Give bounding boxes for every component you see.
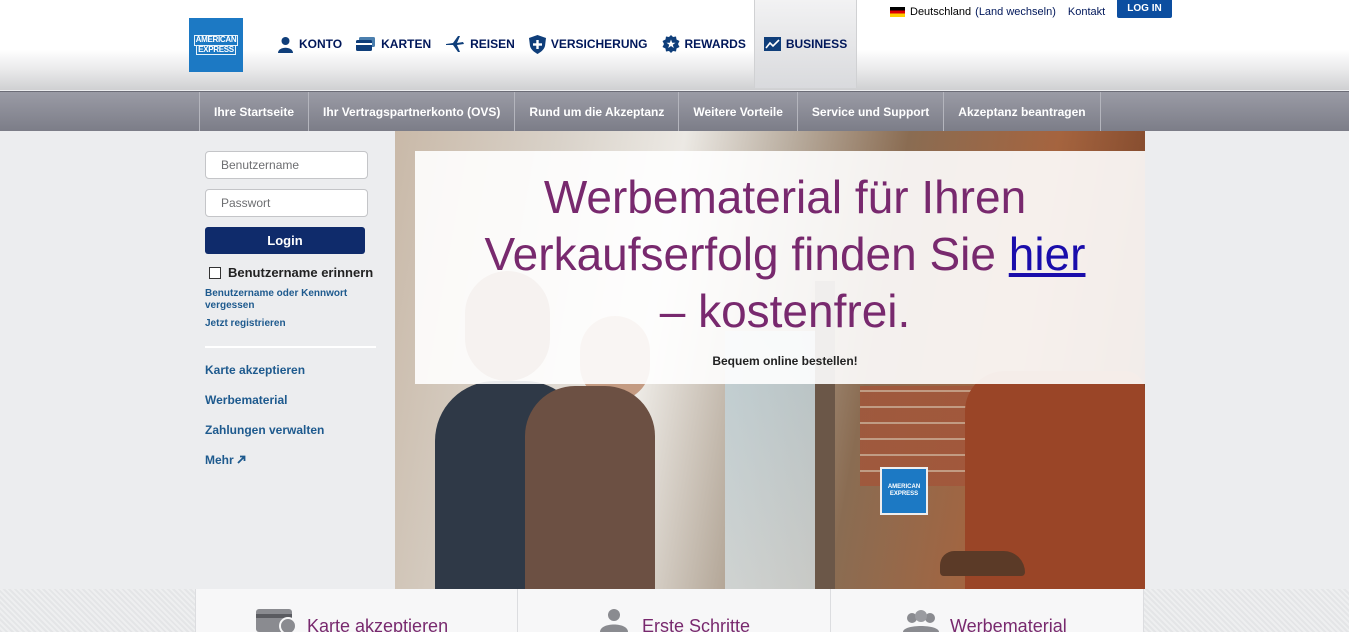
login-button[interactable]: Login bbox=[205, 227, 365, 254]
card-check-icon bbox=[256, 609, 297, 632]
subnav-vertragspartnerkonto[interactable]: Ihr Vertragspartnerkonto (OVS) bbox=[308, 92, 514, 131]
login-sidebar: Login Benutzername erinnern Benutzername… bbox=[205, 151, 380, 483]
nav-business-label: BUSINESS bbox=[785, 37, 848, 51]
username-input[interactable] bbox=[205, 151, 368, 179]
utility-bar: Deutschland (Land wechseln) Kontakt bbox=[890, 6, 1105, 18]
airplane-icon bbox=[446, 36, 465, 52]
nav-rewards[interactable]: REWARDS bbox=[655, 0, 753, 88]
main-nav: KONTO KARTEN REISEN VERSICHERUNG REWARDS… bbox=[270, 0, 858, 90]
hero-subline: Bequem online bestellen! bbox=[712, 354, 858, 368]
side-menu-zahlungen[interactable]: Zahlungen verwalten bbox=[205, 423, 380, 437]
remember-label: Benutzername erinnern bbox=[228, 265, 374, 280]
woman-figure bbox=[525, 386, 655, 589]
nav-konto-label: KONTO bbox=[299, 37, 343, 51]
remember-username[interactable]: Benutzername erinnern bbox=[209, 265, 380, 280]
tile-erste-schritte-label: Erste Schritte bbox=[642, 616, 751, 632]
headline-line-3: – kostenfrei. bbox=[659, 285, 911, 337]
subnav-startseite[interactable]: Ihre Startseite bbox=[199, 92, 308, 131]
register-link[interactable]: Jetzt registrieren bbox=[205, 318, 365, 330]
forgot-credentials-link[interactable]: Benutzername oder Kennwort vergessen bbox=[205, 288, 365, 312]
side-menu-werbematerial[interactable]: Werbematerial bbox=[205, 393, 380, 407]
shield-plus-icon bbox=[528, 34, 546, 54]
tile-werbematerial[interactable]: Werbematerial bbox=[830, 589, 1144, 632]
contact-link[interactable]: Kontakt bbox=[1068, 6, 1105, 18]
hero-banner: AMERICAN EXPRESS Werbematerial für Ihren… bbox=[395, 131, 1145, 589]
nav-rewards-label: REWARDS bbox=[684, 37, 746, 51]
remember-checkbox[interactable] bbox=[209, 266, 221, 279]
nav-reisen[interactable]: REISEN bbox=[438, 0, 522, 88]
person-icon bbox=[600, 609, 628, 632]
amex-logo[interactable]: AMERICAN EXPRESS bbox=[189, 18, 243, 72]
group-icon bbox=[903, 610, 939, 632]
logo-line-2: EXPRESS bbox=[196, 44, 236, 55]
password-input[interactable] bbox=[205, 189, 368, 217]
subnav-akzeptanz[interactable]: Rund um die Akzeptanz bbox=[514, 92, 678, 131]
sidebar-divider bbox=[205, 346, 376, 348]
subnav-service[interactable]: Service und Support bbox=[796, 92, 943, 131]
user-icon bbox=[278, 36, 293, 53]
nav-business[interactable]: BUSINESS bbox=[753, 0, 858, 88]
country-name: Deutschland bbox=[910, 6, 972, 18]
nav-karten[interactable]: KARTEN bbox=[349, 0, 438, 88]
headline-line-1: Werbematerial für Ihren bbox=[543, 171, 1027, 223]
header: AMERICAN EXPRESS KONTO KARTEN REISEN VER… bbox=[0, 0, 1349, 90]
star-badge-icon bbox=[662, 35, 679, 53]
germany-flag-icon bbox=[890, 7, 905, 17]
nav-versicherung-label: VERSICHERUNG bbox=[550, 37, 648, 51]
chart-icon bbox=[763, 37, 781, 51]
sticker-line-2: EXPRESS bbox=[889, 491, 919, 497]
hero-link-hier[interactable]: hier bbox=[1009, 228, 1086, 280]
sticker-line-1: AMERICAN bbox=[887, 484, 921, 490]
nav-reisen-label: REISEN bbox=[470, 37, 515, 51]
tile-werbematerial-label: Werbematerial bbox=[950, 616, 1067, 632]
side-menu-mehr-label: Mehr bbox=[205, 453, 234, 467]
subnav-akzeptanz-beantragen[interactable]: Akzeptanz beantragen bbox=[943, 92, 1101, 131]
external-arrow-icon bbox=[237, 455, 246, 464]
bottom-tiles-band: Karte akzeptieren Erste Schritte Werbema… bbox=[0, 589, 1349, 632]
logo-line-1: AMERICAN bbox=[193, 35, 239, 46]
tile-erste-schritte[interactable]: Erste Schritte bbox=[517, 589, 830, 632]
nav-versicherung[interactable]: VERSICHERUNG bbox=[522, 0, 655, 88]
side-menu: Karte akzeptieren Werbematerial Zahlunge… bbox=[205, 363, 380, 467]
sub-nav: Ihre Startseite Ihr Vertragspartnerkonto… bbox=[0, 91, 1349, 131]
headline-line-2: Verkaufserfolg finden Sie bbox=[484, 228, 996, 280]
change-country-link[interactable]: (Land wechseln) bbox=[975, 6, 1056, 18]
cards-icon bbox=[356, 37, 376, 51]
side-menu-karte-akzeptieren[interactable]: Karte akzeptieren bbox=[205, 363, 380, 377]
nav-konto[interactable]: KONTO bbox=[270, 0, 349, 88]
tile-karte-akzeptieren[interactable]: Karte akzeptieren bbox=[195, 589, 517, 632]
hero-headline: Werbematerial für Ihren Verkaufserfolg f… bbox=[415, 169, 1145, 340]
subnav-vorteile[interactable]: Weitere Vorteile bbox=[678, 92, 797, 131]
nav-karten-label: KARTEN bbox=[381, 37, 432, 51]
shoe-display bbox=[940, 551, 1025, 576]
header-login-button[interactable]: LOG IN bbox=[1117, 0, 1172, 18]
tile-karte-akzeptieren-label: Karte akzeptieren bbox=[307, 616, 449, 632]
amex-sticker: AMERICAN EXPRESS bbox=[880, 467, 928, 515]
hero-text-box: Werbematerial für Ihren Verkaufserfolg f… bbox=[415, 151, 1145, 384]
side-menu-mehr[interactable]: Mehr bbox=[205, 453, 380, 467]
